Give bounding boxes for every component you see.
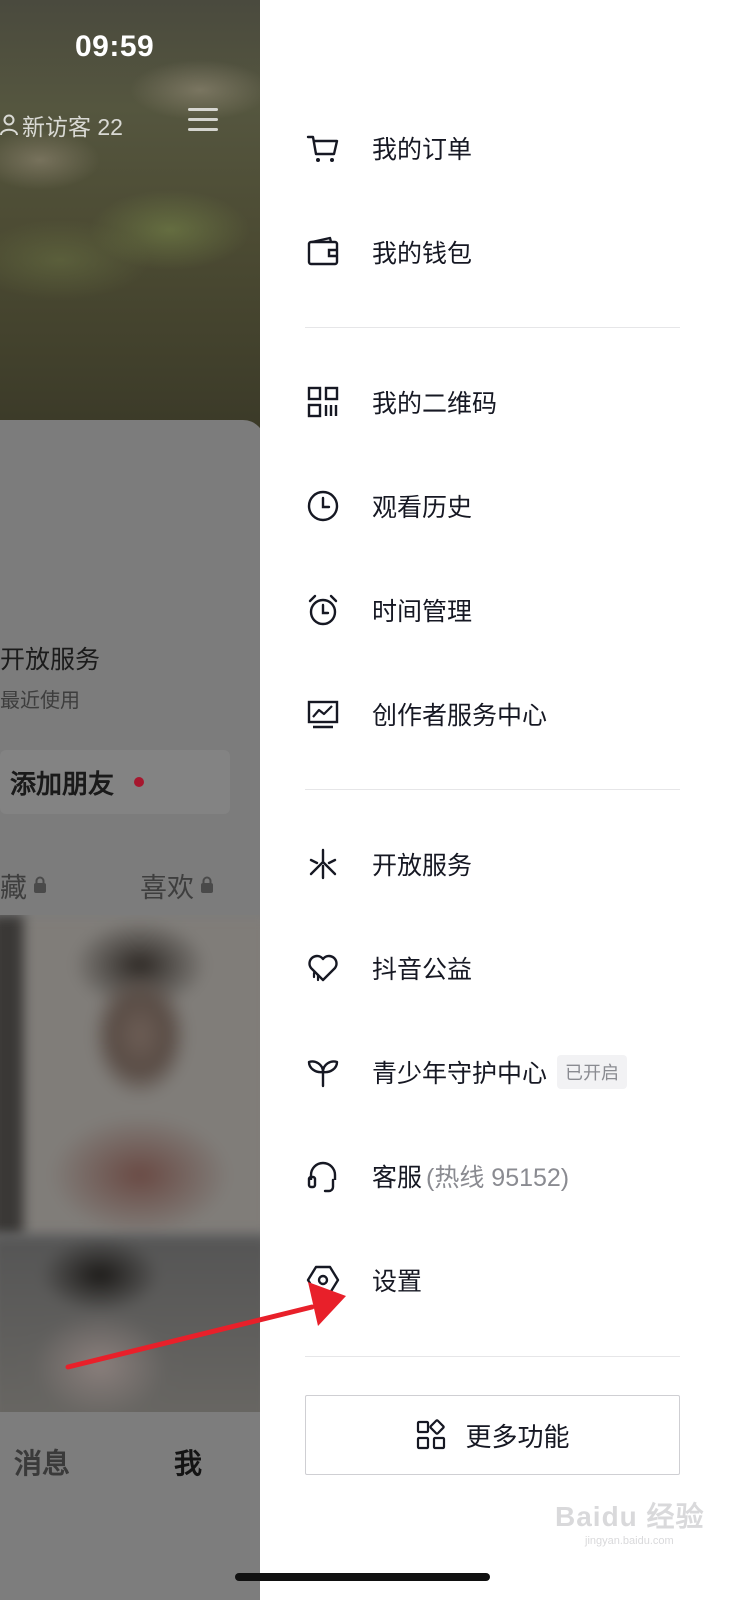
menu-item-qrcode[interactable]: 我的二维码: [305, 372, 695, 432]
menu-item-label: 观看历史: [372, 494, 473, 522]
menu-item-label: 创作者服务中心: [372, 702, 548, 730]
headset-icon: [305, 1158, 341, 1194]
hamburger-menu-icon[interactable]: [188, 108, 218, 136]
wallet-icon: [305, 234, 341, 270]
divider: [305, 1356, 680, 1357]
apps-grid-icon: [417, 1419, 446, 1450]
menu-item-label: 抖音公益: [372, 956, 473, 984]
lock-icon: [33, 870, 47, 901]
menu-item-label: 开放服务: [372, 852, 473, 880]
bottom-nav: 消息 我: [0, 1412, 265, 1600]
menu-item-label: 设置: [372, 1268, 423, 1296]
more-features-button[interactable]: 更多功能: [305, 1395, 680, 1475]
menu-item-label: 青少年守护中心: [372, 1060, 548, 1088]
divider: [305, 789, 680, 790]
status-bar-time: 09:59: [75, 30, 155, 63]
hexagon-gear-icon: [305, 1262, 341, 1298]
video-thumbnail[interactable]: [0, 915, 265, 1235]
menu-item-label: 客服: [372, 1164, 423, 1192]
asterisk-icon: [305, 846, 341, 882]
menu-item-customer-service[interactable]: 客服 (热线 95152): [305, 1146, 695, 1206]
baidu-jingyan-watermark: Baidu 经验 jingyan.baidu.com: [555, 1501, 705, 1547]
hotline-number: (热线 95152): [426, 1164, 570, 1192]
status-badge: 已开启: [557, 1055, 628, 1089]
open-service-title: 开放服务: [0, 646, 101, 674]
lock-icon: [200, 870, 214, 901]
menu-item-charity[interactable]: 抖音公益: [305, 938, 695, 998]
alarm-clock-icon: [305, 592, 341, 628]
open-service-subtitle: 最近使用: [0, 690, 80, 712]
new-visitors[interactable]: 新访客 22: [0, 108, 123, 142]
clock-icon: [305, 488, 341, 524]
menu-item-label: 我的订单: [372, 136, 473, 164]
video-thumbnail[interactable]: [0, 1235, 265, 1415]
chart-monitor-icon: [305, 696, 341, 732]
tab-collections[interactable]: 藏: [0, 866, 47, 905]
more-features-label: 更多功能: [465, 1421, 570, 1452]
menu-item-open-services[interactable]: 开放服务: [305, 834, 695, 894]
menu-item-label: 我的钱包: [372, 240, 473, 268]
qrcode-icon: [305, 384, 341, 420]
add-friend-label: 添加朋友: [10, 768, 115, 799]
tab-likes-label: 喜欢: [140, 873, 194, 903]
video-thumbnail-grid: [0, 915, 265, 1415]
menu-item-watch-history[interactable]: 观看历史: [305, 476, 695, 536]
side-drawer: 我的订单 我的钱包 我的二维码 观看历史 时间管理 创作者服务中心 开放服务 抖…: [260, 0, 739, 1600]
sprout-icon: [305, 1054, 341, 1090]
heart-icon: [305, 950, 341, 986]
menu-item-settings[interactable]: 设置: [305, 1250, 695, 1310]
menu-item-label: 我的二维码: [372, 390, 498, 418]
menu-item-time-management[interactable]: 时间管理: [305, 580, 695, 640]
home-indicator[interactable]: [235, 1573, 490, 1581]
tab-likes[interactable]: 喜欢: [140, 866, 214, 905]
menu-item-orders[interactable]: 我的订单: [305, 118, 695, 178]
tab-collections-label: 藏: [0, 873, 27, 903]
notification-dot: [134, 777, 145, 787]
menu-item-wallet[interactable]: 我的钱包: [305, 222, 695, 282]
add-friend-button[interactable]: 添加朋友: [0, 750, 230, 814]
nav-me[interactable]: 我: [174, 1442, 202, 1482]
divider: [305, 327, 680, 328]
person-icon: [0, 114, 18, 136]
menu-item-creator-center[interactable]: 创作者服务中心: [305, 684, 695, 744]
menu-item-label: 时间管理: [372, 598, 473, 626]
profile-cover-image: [0, 0, 265, 430]
visitor-label: 新访客 22: [22, 114, 123, 140]
profile-background: 09:59 新访客 22 开放服务 最近使用 添加朋友 藏 喜欢 消息 我: [0, 0, 265, 1600]
menu-item-youth-protection[interactable]: 青少年守护中心 已开启: [305, 1042, 695, 1102]
nav-messages[interactable]: 消息: [14, 1442, 70, 1482]
cart-icon: [305, 130, 341, 166]
